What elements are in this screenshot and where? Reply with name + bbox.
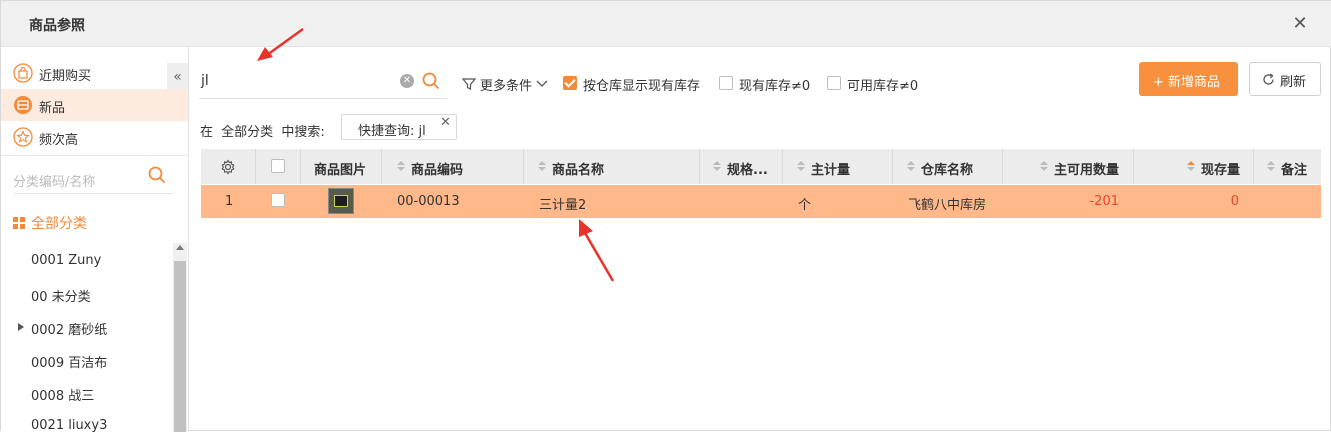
column-header-warehouse[interactable]: 仓库名称 <box>893 149 1003 184</box>
column-header-label: 商品名称 <box>552 163 605 178</box>
column-header-code[interactable]: 商品编码 <box>382 149 524 184</box>
sidebar-item-frequent[interactable]: 频次高 <box>1 121 188 153</box>
column-header-image: 商品图片 <box>301 149 382 184</box>
column-header-label: 商品图片 <box>314 163 367 178</box>
clear-icon[interactable]: ✕ <box>400 74 414 88</box>
column-settings[interactable] <box>201 149 256 184</box>
breadcrumb: 在 全部分类 中搜索: <box>200 121 325 140</box>
select-all-column <box>256 149 301 184</box>
column-header-label: 商品编码 <box>411 163 464 178</box>
row-checkbox[interactable] <box>271 193 285 207</box>
bag-icon <box>13 63 33 83</box>
product-image[interactable] <box>328 188 354 214</box>
cell-unit: 个 <box>798 198 812 213</box>
refresh-button[interactable]: 刷新 <box>1249 62 1321 96</box>
search-input-value: jl <box>201 73 209 89</box>
sidebar-item-new[interactable]: 新品 <box>1 89 188 121</box>
table-row[interactable]: 1 00-00013 三计量2 个 飞鹤八中库房 -201 0 <box>201 185 1321 218</box>
all-categories-label: 全部分类 <box>31 216 87 232</box>
search-icon[interactable] <box>421 71 441 91</box>
divider <box>13 193 173 194</box>
available-stock-nonzero-label: 可用库存≠0 <box>847 79 919 94</box>
sort-icon[interactable] <box>538 161 546 172</box>
sidebar-item-label: 近期购买 <box>39 69 92 84</box>
sort-icon[interactable] <box>713 161 721 172</box>
gear-icon[interactable] <box>220 159 236 175</box>
close-icon[interactable]: ✕ <box>1291 15 1309 33</box>
cell-warehouse: 飞鹤八中库房 <box>908 198 987 213</box>
category-item[interactable]: 0009 百洁布 <box>31 352 107 371</box>
column-header-label: 规格... <box>727 163 768 178</box>
divider <box>1 155 188 156</box>
remove-tag-icon[interactable]: ✕ <box>440 115 451 130</box>
column-header-available[interactable]: 主可用数量 <box>1003 149 1134 184</box>
scrollbar-thumb[interactable] <box>174 261 186 432</box>
more-conditions-label: 更多条件 <box>480 79 533 94</box>
column-header-label: 主计量 <box>811 163 851 178</box>
category-search-input[interactable]: 分类编码/名称 <box>13 165 173 191</box>
filter-icon <box>462 78 476 90</box>
column-header-remark[interactable]: 备注 <box>1254 149 1321 184</box>
star-icon <box>13 127 33 147</box>
breadcrumb-suffix: 中搜索: <box>281 125 325 140</box>
sidebar-item-recent-purchase[interactable]: 近期购买 <box>1 57 188 89</box>
new-icon <box>14 96 32 114</box>
column-header-label: 主可用数量 <box>1054 163 1120 178</box>
sort-asc-icon[interactable] <box>1187 161 1195 172</box>
category-search-placeholder: 分类编码/名称 <box>13 175 96 190</box>
column-header-label: 现存量 <box>1201 163 1241 178</box>
sort-icon[interactable] <box>797 161 805 172</box>
current-stock-nonzero-label: 现有库存≠0 <box>739 79 811 94</box>
quick-search-tag-label: 快捷查询: jl <box>358 124 426 139</box>
sort-icon[interactable] <box>1040 161 1048 172</box>
column-header-label: 备注 <box>1281 163 1308 178</box>
sidebar-item-label: 频次高 <box>39 133 79 148</box>
cell-name: 三计量2 <box>539 198 587 213</box>
show-stock-by-warehouse-checkbox[interactable] <box>563 76 577 90</box>
breadcrumb-prefix: 在 <box>200 125 214 140</box>
product-image-inner <box>334 195 348 207</box>
available-stock-nonzero-checkbox[interactable] <box>827 76 841 90</box>
column-header-spec[interactable]: 规格... <box>700 149 783 184</box>
chevron-down-icon <box>536 80 548 87</box>
show-stock-by-warehouse-label: 按仓库显示现有库存 <box>583 79 701 94</box>
quick-search-tag: 快捷查询: jl ✕ <box>341 114 457 140</box>
scroll-up-arrow-icon[interactable] <box>176 245 184 250</box>
sidebar: « 近期购买 新品 频次高 分类编码/名称 全部分类 0001 Zuny 00 … <box>1 47 189 433</box>
category-item[interactable]: 00 未分类 <box>31 286 91 305</box>
sort-icon[interactable] <box>397 161 405 172</box>
sidebar-item-label: 新品 <box>39 101 66 116</box>
grid-icon <box>13 217 25 229</box>
sort-icon[interactable] <box>907 161 915 172</box>
category-item[interactable]: 0002 磨砂纸 <box>31 319 107 338</box>
title-bar: 商品参照 ✕ <box>1 1 1331 47</box>
dialog-title: 商品参照 <box>29 18 85 34</box>
product-reference-dialog: 商品参照 ✕ « 近期购买 新品 频次高 分类编码/名称 全部分类 0001 Z… <box>0 0 1331 433</box>
annotation-arrow-icon <box>257 27 304 61</box>
column-header-label: 仓库名称 <box>921 163 974 178</box>
column-header-name[interactable]: 商品名称 <box>524 149 700 184</box>
row-index: 1 <box>225 194 234 209</box>
refresh-icon <box>1263 73 1274 85</box>
breadcrumb-scope: 全部分类 <box>221 125 274 140</box>
refresh-label: 刷新 <box>1280 75 1307 90</box>
select-all-checkbox[interactable] <box>271 159 285 173</box>
cell-available: -201 <box>1089 194 1119 209</box>
cell-stock: 0 <box>1230 194 1239 209</box>
add-product-label: + 新增商品 <box>1153 75 1221 90</box>
cell-code: 00-00013 <box>397 194 460 209</box>
sort-icon[interactable] <box>1267 161 1275 172</box>
category-item[interactable]: 0001 Zuny <box>31 253 101 268</box>
column-header-stock[interactable]: 现存量 <box>1134 149 1254 184</box>
table-header: 商品图片 商品编码 商品名称 规格... 主计量 仓库名称 主可用数量 现存量 <box>201 149 1321 184</box>
sidebar-scrollbar[interactable] <box>173 243 187 432</box>
annotation-arrow-icon <box>579 219 615 282</box>
column-header-unit[interactable]: 主计量 <box>783 149 893 184</box>
expand-caret-icon[interactable] <box>18 323 24 331</box>
category-item[interactable]: 0008 战三 <box>31 385 94 404</box>
search-icon[interactable] <box>147 165 167 185</box>
search-input[interactable]: jl ✕ <box>199 65 447 99</box>
add-product-button[interactable]: + 新增商品 <box>1139 62 1238 96</box>
current-stock-nonzero-checkbox[interactable] <box>719 76 733 90</box>
